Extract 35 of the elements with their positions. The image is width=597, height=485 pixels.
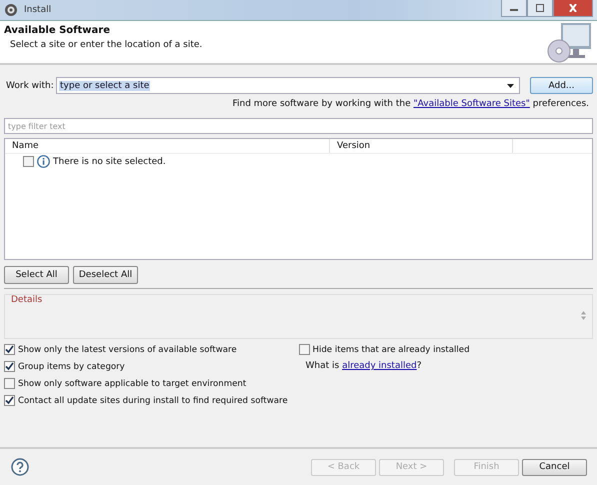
scroll-arrows-icon: [581, 311, 586, 320]
site-combo-box[interactable]: type or select a site: [56, 77, 520, 94]
checkbox[interactable]: [23, 156, 34, 167]
option-checkbox[interactable]: Show only the latest versions of available software: [4, 344, 298, 355]
work-with-label: Work with:: [6, 80, 55, 90]
table-cell: There is no site selected.: [53, 156, 166, 166]
filter-field[interactable]: type filter text: [4, 118, 593, 134]
available-software-sites-link[interactable]: "Available Software Sites": [414, 99, 530, 109]
close-icon: [568, 4, 578, 12]
column-header[interactable]: Version: [330, 139, 513, 153]
minimize-button[interactable]: [501, 0, 527, 17]
maximize-button[interactable]: [527, 0, 553, 17]
window-title: Install: [24, 5, 52, 15]
app-icon: [4, 3, 18, 17]
check-icon: [5, 396, 14, 405]
info-icon: [37, 155, 50, 168]
more-software-text: Find more software by working with the "Available Software Sites" preferences.: [232, 99, 589, 109]
selection-button[interactable]: Deselect All: [73, 266, 138, 284]
page-subtitle: Select a site or enter the location of a site.: [10, 40, 202, 50]
option-checkbox[interactable]: Group items by category: [4, 361, 298, 372]
help-icon[interactable]: [11, 458, 29, 476]
already-installed-text: What is already installed?: [306, 361, 423, 371]
wizard-button[interactable]: Cancel: [522, 458, 587, 476]
hide-installed-checkbox[interactable]: Hide items that are already installed: [298, 344, 593, 355]
page-title: Available Software: [4, 25, 112, 36]
selection-button[interactable]: Select All: [4, 266, 69, 284]
option-checkbox[interactable]: Contact all update sites during install to find required software: [4, 395, 298, 406]
column-header[interactable]: Name: [5, 139, 330, 153]
close-button[interactable]: [553, 0, 593, 17]
maximize-icon: [535, 4, 545, 12]
option-checkbox[interactable]: Show only software applicable to target environment: [4, 378, 298, 389]
add-button[interactable]: Add...: [530, 77, 593, 94]
dropdown-icon: [507, 84, 514, 88]
details-label: Details: [11, 295, 42, 305]
already-installed-link[interactable]: already installed: [342, 361, 417, 371]
